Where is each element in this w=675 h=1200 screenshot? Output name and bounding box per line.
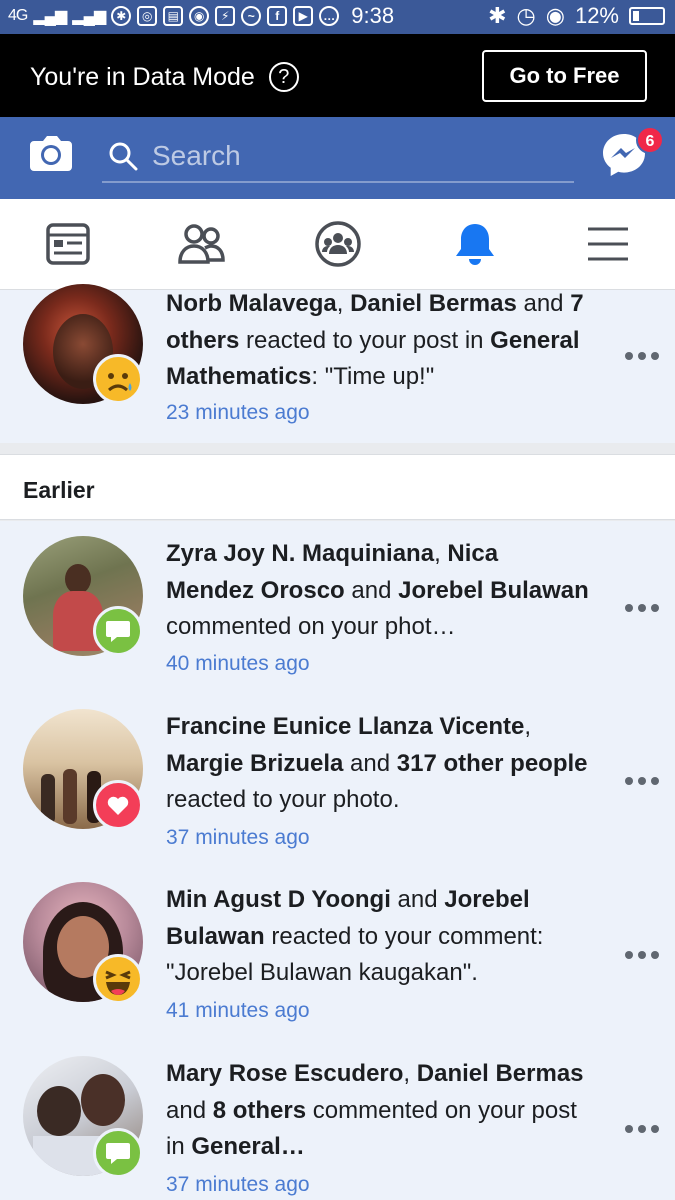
groups-icon: [315, 221, 361, 267]
friends-icon: [178, 224, 225, 264]
calendar-icon: ▤: [163, 6, 184, 26]
tab-groups[interactable]: [313, 219, 363, 269]
news-feed-icon: [46, 223, 90, 265]
go-to-free-button[interactable]: Go to Free: [482, 50, 647, 102]
eye-icon: ◉: [545, 3, 565, 28]
section-title: Earlier: [23, 477, 95, 503]
search-header: [0, 117, 675, 199]
search-input[interactable]: [152, 140, 552, 172]
notification-text: Mary Rose Escudero, Daniel Bermas and 8 …: [166, 1060, 584, 1160]
notification-text: Min Agust D Yoongi and Jorebel Bulawan r…: [166, 886, 544, 986]
notification-item[interactable]: Mary Rose Escudero, Daniel Bermas and 8 …: [0, 1043, 675, 1200]
tab-menu[interactable]: [583, 219, 633, 269]
more-options-icon[interactable]: [625, 950, 659, 960]
comment-icon: [93, 1128, 143, 1178]
notification-time: 23 minutes ago: [166, 401, 310, 424]
alarm-icon: ◷: [516, 3, 536, 28]
status-bar-right: ✱ ◷ ◉ 12%: [488, 3, 665, 29]
notification-text: Norb Malavega, Daniel Bermas and 7 other…: [166, 290, 584, 390]
instagram-icon: ◎: [137, 6, 158, 26]
gear-icon: ✱: [111, 6, 132, 26]
search-bar[interactable]: [102, 131, 574, 183]
notification-time: 37 minutes ago: [166, 826, 310, 849]
bell-icon: [456, 224, 494, 265]
notification-item[interactable]: Min Agust D Yoongi and Jorebel Bulawan r…: [0, 869, 675, 1043]
more-options-icon[interactable]: [625, 1124, 659, 1134]
messenger-icon: ~: [241, 6, 262, 26]
tab-news-feed[interactable]: [43, 219, 93, 269]
tab-friends[interactable]: [177, 219, 227, 269]
notification-time: 40 minutes ago: [166, 652, 310, 675]
data-mode-banner: You're in Data Mode ? Go to Free: [0, 34, 675, 117]
search-icon: [109, 142, 138, 171]
notification-text: Zyra Joy N. Maquiniana, Nica Mendez Oros…: [166, 540, 589, 640]
love-reaction-icon: [93, 780, 143, 830]
menu-icon: [588, 227, 628, 261]
notification-time: 41 minutes ago: [166, 999, 310, 1022]
youtube-icon: ▶: [293, 6, 314, 26]
network-type: 4G: [8, 7, 28, 24]
shield-icon: ⚡: [215, 6, 236, 26]
sad-reaction-icon: [93, 354, 143, 404]
chat-icon: …: [319, 6, 340, 26]
haha-reaction-icon: [93, 954, 143, 1004]
signal-icon-2: ▂▄▆: [72, 8, 106, 25]
signal-icon: ▂▄▆: [33, 8, 67, 25]
data-mode-text: You're in Data Mode: [30, 62, 255, 91]
bluetooth-icon: ✱: [488, 3, 507, 28]
clock: 9:38: [351, 3, 395, 28]
data-mode-message: You're in Data Mode ?: [30, 62, 299, 92]
more-options-icon[interactable]: [625, 776, 659, 786]
notification-item[interactable]: Zyra Joy N. Maquiniana, Nica Mendez Oros…: [0, 521, 675, 695]
status-bar: 4G ▂▄▆ ▂▄▆ ✱ ◎ ▤ ◉ ⚡ ~ f ▶ … 9:38 ✱ ◷ ◉ …: [0, 0, 675, 34]
notification-time: 37 minutes ago: [166, 1173, 310, 1196]
messenger-badge: 6: [636, 126, 664, 154]
more-options-icon[interactable]: [625, 351, 659, 361]
notification-item[interactable]: Francine Eunice Llanza Vicente, Margie B…: [0, 695, 675, 869]
tab-notifications[interactable]: [450, 219, 500, 269]
comment-icon: [93, 606, 143, 656]
status-bar-left: 4G ▂▄▆ ▂▄▆ ✱ ◎ ▤ ◉ ⚡ ~ f ▶ … 9:38: [8, 3, 394, 29]
camera-icon[interactable]: [28, 133, 74, 173]
notification-item[interactable]: Norb Malavega, Daniel Bermas and 7 other…: [0, 284, 675, 443]
section-header-earlier: Earlier: [0, 454, 675, 520]
help-icon[interactable]: ?: [268, 62, 299, 92]
tab-bar: [0, 199, 675, 290]
facebook-icon: f: [267, 6, 288, 26]
battery-icon: [629, 7, 665, 25]
more-options-icon[interactable]: [625, 603, 659, 613]
notification-text: Francine Eunice Llanza Vicente, Margie B…: [166, 713, 588, 813]
battery-percent: 12%: [574, 3, 619, 28]
chrome-icon: ◉: [189, 6, 210, 26]
divider: [0, 443, 675, 454]
